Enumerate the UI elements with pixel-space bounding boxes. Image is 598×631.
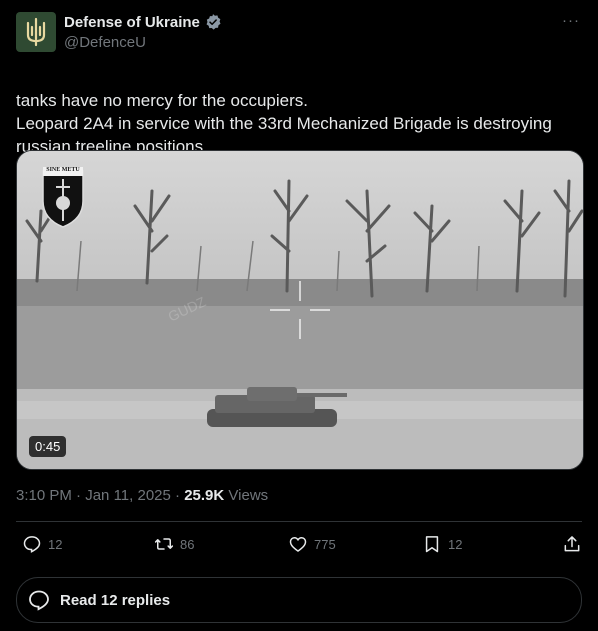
read-replies-label: Read 12 replies bbox=[60, 591, 171, 609]
trident-emblem-icon bbox=[26, 17, 46, 47]
views-label: Views bbox=[228, 487, 269, 504]
post-text: tanks have no mercy for the occupiers. L… bbox=[16, 66, 582, 158]
repost-button[interactable]: 86 bbox=[154, 534, 194, 554]
verified-badge-icon bbox=[206, 14, 221, 30]
reply-button[interactable]: 12 bbox=[22, 534, 62, 554]
like-count: 775 bbox=[314, 536, 336, 552]
post-line-1 bbox=[16, 66, 582, 89]
more-options-icon[interactable]: ··· bbox=[562, 12, 580, 29]
post-line-1-text: tanks have no mercy for the occupiers. bbox=[16, 91, 308, 110]
views-count: 25.9K bbox=[184, 487, 225, 504]
brigade-patch-text: SINE METU bbox=[46, 167, 80, 173]
meta-separator: · bbox=[76, 487, 82, 504]
chat-bubble-icon bbox=[29, 590, 49, 611]
action-bar: 12 86 775 12 bbox=[16, 534, 582, 558]
share-button[interactable] bbox=[562, 534, 582, 554]
divider bbox=[16, 521, 582, 522]
like-button[interactable]: 775 bbox=[288, 534, 336, 554]
read-replies-button[interactable]: Read 12 replies bbox=[16, 577, 582, 623]
bookmark-icon bbox=[425, 536, 439, 553]
post-date[interactable]: Jan 11, 2025 bbox=[85, 487, 171, 504]
post-time[interactable]: 3:10 PM bbox=[16, 487, 72, 504]
post-meta: 3:10 PM · Jan 11, 2025 · 25.9K Views bbox=[16, 487, 268, 504]
bookmark-button[interactable]: 12 bbox=[422, 534, 462, 554]
avatar[interactable] bbox=[16, 12, 56, 52]
heart-icon bbox=[289, 536, 307, 553]
share-icon bbox=[564, 536, 580, 552]
author-name-row: Defense of Ukraine bbox=[64, 13, 222, 31]
author-name[interactable]: Defense of Ukraine bbox=[64, 14, 200, 31]
reply-icon bbox=[23, 536, 41, 553]
meta-separator: · bbox=[175, 487, 181, 504]
bookmark-count: 12 bbox=[448, 536, 463, 552]
reply-count: 12 bbox=[48, 536, 63, 552]
video-duration-badge: 0:45 bbox=[29, 436, 67, 457]
author-handle[interactable]: @DefenceU bbox=[64, 34, 146, 51]
repost-icon bbox=[154, 538, 174, 550]
brigade-patch-logo bbox=[42, 167, 84, 228]
video-frame bbox=[17, 151, 583, 469]
repost-count: 86 bbox=[180, 536, 195, 552]
video-player[interactable]: SINE METU GUDZ 0:45 bbox=[16, 150, 584, 470]
ukraine-flag-icon bbox=[16, 70, 37, 84]
